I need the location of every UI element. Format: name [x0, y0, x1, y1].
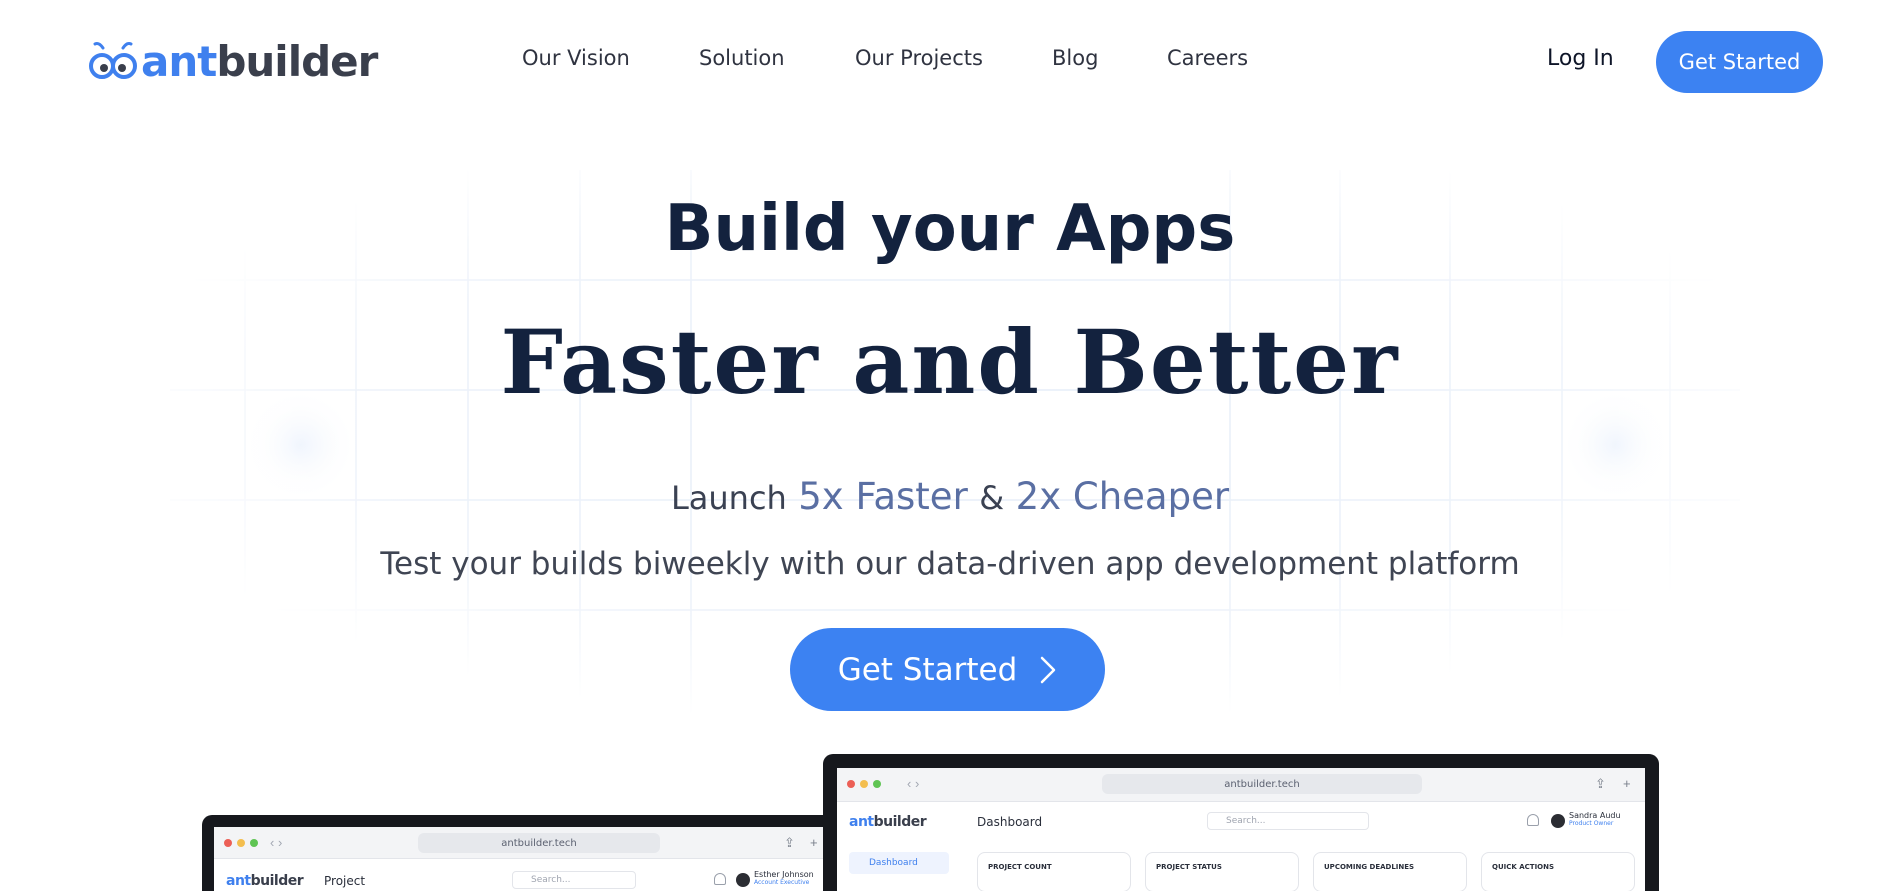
card-project-status: PROJECT STATUS	[1145, 852, 1299, 891]
laptop-mockup-project: ‹ › antbuilder.tech ⇪ + antbuilder Proje…	[202, 815, 842, 891]
nav-get-started-button[interactable]: Get Started	[1656, 31, 1823, 93]
card-project-count: PROJECT COUNT	[977, 852, 1131, 891]
login-link[interactable]: Log In	[1547, 46, 1614, 71]
window-controls	[224, 839, 258, 847]
page-title: Project	[324, 874, 366, 888]
mockup-screen: ‹ › antbuilder.tech ⇪ + antbuilder Proje…	[214, 827, 830, 891]
avatar	[1551, 814, 1565, 828]
close-dot-icon	[847, 780, 855, 788]
user-name: Sandra Audu	[1569, 811, 1621, 820]
nav-link-our-vision[interactable]: Our Vision	[522, 46, 630, 70]
logo-text-ant: ant	[141, 37, 217, 86]
mockup-screen: ‹ › antbuilder.tech ⇪ + antbuilder Dashb…	[837, 768, 1645, 891]
nav-link-our-projects[interactable]: Our Projects	[855, 46, 983, 70]
url-bar: antbuilder.tech	[1102, 774, 1422, 794]
nav-link-careers[interactable]: Careers	[1167, 46, 1248, 70]
user-info: Esther Johnson Account Executive	[754, 870, 814, 886]
monitor-mockup-dashboard: ‹ › antbuilder.tech ⇪ + antbuilder Dashb…	[823, 754, 1659, 891]
search-input: Search...	[1207, 812, 1369, 830]
mini-logo: antbuilder	[226, 873, 304, 889]
url-bar: antbuilder.tech	[418, 833, 660, 853]
hero-cta-label: Get Started	[837, 651, 1018, 688]
hero-subtitle: Test your builds biweekly with our data-…	[380, 546, 1520, 582]
nav-link-solution[interactable]: Solution	[699, 46, 785, 70]
maximize-dot-icon	[873, 780, 881, 788]
top-navigation: antbuilder Our Vision Solution Our Proje…	[0, 0, 1900, 123]
avatar	[736, 873, 750, 887]
launch-prefix: Launch	[670, 479, 787, 517]
maximize-dot-icon	[250, 839, 258, 847]
url-text: antbuilder.tech	[501, 837, 577, 849]
window-controls	[847, 780, 881, 788]
bell-icon	[714, 873, 726, 885]
card-quick-actions: QUICK ACTIONS	[1481, 852, 1635, 891]
hero-launch-tagline: Launch 5x Faster & 2x Cheaper	[0, 475, 1900, 518]
hero-title-line-1: Build your Apps	[664, 192, 1236, 266]
logo-text-builder: builder	[216, 37, 378, 86]
hero-title-line-2: Faster and Better	[500, 310, 1400, 414]
page-title: Dashboard	[977, 815, 1043, 829]
launch-cost-stat: 2x Cheaper	[1015, 475, 1230, 518]
back-forward-icon: ‹ ›	[907, 776, 920, 791]
app-header: antbuilder Dashboard Search... Sandra Au…	[837, 802, 1645, 842]
back-forward-icon: ‹ ›	[270, 835, 283, 850]
user-name: Esther Johnson	[754, 870, 814, 879]
url-text: antbuilder.tech	[1224, 778, 1300, 790]
dashboard-cards: PROJECT COUNT PROJECT STATUS UPCOMING DE…	[977, 852, 1635, 891]
card-upcoming-deadlines: UPCOMING DEADLINES	[1313, 852, 1467, 891]
user-role: Account Executive	[754, 878, 810, 886]
minimize-dot-icon	[860, 780, 868, 788]
new-tab-icon: +	[810, 835, 818, 850]
user-role: Product Owner	[1569, 819, 1614, 827]
share-icon: ⇪	[1595, 776, 1606, 791]
user-info: Sandra Audu Product Owner	[1569, 811, 1621, 827]
ant-logo-icon	[89, 42, 137, 79]
share-icon: ⇪	[784, 835, 795, 850]
sidebar-item-dashboard: Dashboard	[849, 852, 949, 874]
launch-speed-stat: 5x Faster	[798, 475, 968, 518]
search-input: Search...	[512, 871, 636, 889]
logo-wordmark: antbuilder	[141, 41, 378, 83]
launch-and: &	[979, 479, 1005, 517]
app-header: antbuilder Project Search... Esther John…	[214, 861, 830, 891]
browser-toolbar: ‹ › antbuilder.tech ⇪ +	[214, 827, 830, 859]
nav-link-blog[interactable]: Blog	[1052, 46, 1098, 70]
minimize-dot-icon	[237, 839, 245, 847]
mini-logo: antbuilder	[849, 814, 927, 830]
new-tab-icon: +	[1623, 776, 1631, 791]
bell-icon	[1527, 814, 1539, 826]
antbuilder-logo[interactable]: antbuilder	[89, 38, 378, 86]
browser-toolbar: ‹ › antbuilder.tech ⇪ +	[837, 768, 1645, 802]
chevron-right-icon	[1041, 656, 1056, 683]
hero-get-started-button[interactable]: Get Started	[790, 628, 1105, 711]
close-dot-icon	[224, 839, 232, 847]
